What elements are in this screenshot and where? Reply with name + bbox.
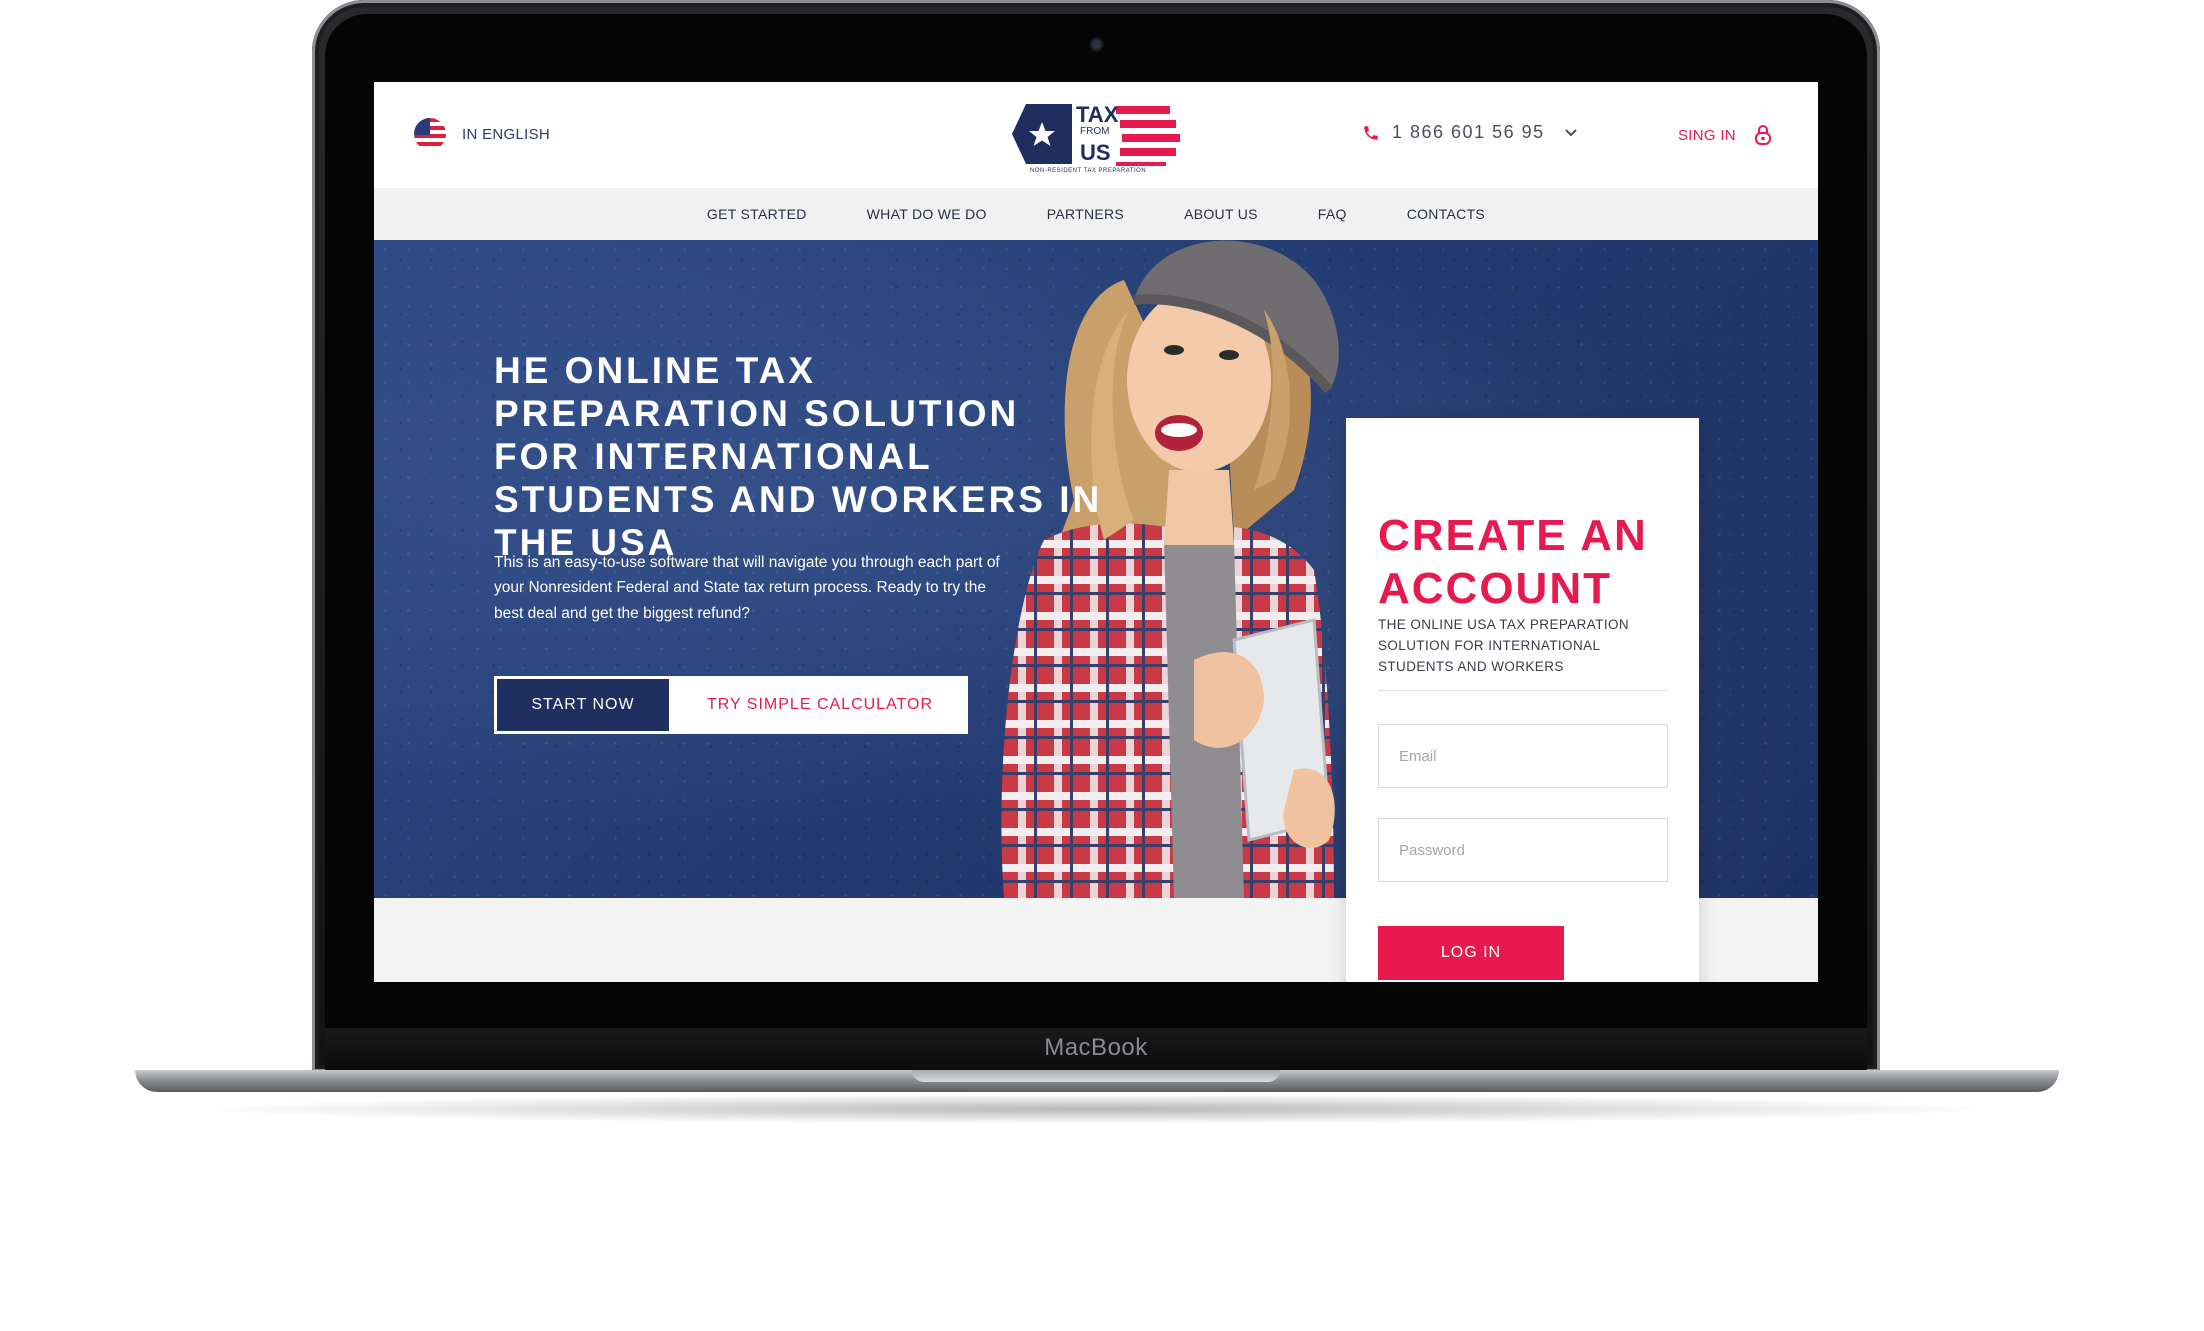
browser-screen: IN ENGLISH TAX FROM US NON-RESIDENT TAX …: [374, 82, 1818, 982]
laptop-shadow: [180, 1094, 2010, 1124]
phone-icon: [1364, 125, 1378, 140]
logo-tagline: NON-RESIDENT TAX PREPARATION: [1030, 168, 1147, 174]
chevron-down-icon: [1564, 128, 1577, 136]
nav-contacts[interactable]: CONTACTS: [1407, 206, 1485, 222]
laptop-notch: [912, 1070, 1280, 1082]
try-calculator-button[interactable]: TRY SIMPLE CALCULATOR: [672, 676, 968, 734]
hero-title: HE ONLINE TAX PREPARATION SOLUTION FOR I…: [494, 349, 1103, 563]
us-flag-icon: [414, 118, 446, 150]
language-label: IN ENGLISH: [462, 125, 551, 143]
email-field[interactable]: [1378, 724, 1668, 788]
nav-what-do-we-do[interactable]: WHAT DO WE DO: [867, 206, 987, 222]
login-button[interactable]: LOG IN: [1378, 926, 1564, 980]
site-header: IN ENGLISH TAX FROM US NON-RESIDENT TAX …: [374, 82, 1818, 188]
logo-tax: TAX: [1076, 102, 1119, 127]
nav-faq[interactable]: FAQ: [1318, 206, 1347, 222]
create-account-subtitle: THE ONLINE USA TAX PREPARATION SOLUTION …: [1378, 616, 1630, 674]
password-field[interactable]: [1378, 818, 1668, 882]
camera-icon: [1089, 37, 1104, 52]
device-label: MacBook: [1044, 1034, 1148, 1061]
signin-link[interactable]: SING IN: [1678, 124, 1772, 146]
logo-us: US: [1080, 140, 1111, 165]
nav-get-started[interactable]: GET STARTED: [707, 206, 807, 222]
phone-number: 1 866 601 56 95: [1392, 122, 1545, 142]
nav-partners[interactable]: PARTNERS: [1047, 206, 1124, 222]
site-logo[interactable]: TAX FROM US NON-RESIDENT TAX PREPARATION: [1010, 100, 1182, 176]
phone-dropdown[interactable]: 1 866 601 56 95: [1362, 122, 1577, 143]
hero-description: This is an easy-to-use software that wil…: [494, 553, 1000, 622]
logo-from: FROM: [1080, 126, 1110, 137]
hero-cta-group: START NOW TRY SIMPLE CALCULATOR: [494, 676, 968, 734]
main-nav: GET STARTED WHAT DO WE DO PARTNERS ABOUT…: [374, 188, 1818, 240]
signin-label: SING IN: [1678, 126, 1736, 144]
start-now-button[interactable]: START NOW: [494, 676, 672, 734]
lock-icon: [1754, 125, 1771, 145]
language-selector[interactable]: IN ENGLISH: [414, 118, 550, 150]
card-divider: [1378, 690, 1668, 691]
nav-about-us[interactable]: ABOUT US: [1184, 206, 1258, 222]
create-account-card: CREATE AN ACCOUNT THE ONLINE USA TAX PRE…: [1346, 418, 1699, 982]
create-account-title: CREATE AN ACCOUNT: [1378, 510, 1648, 613]
